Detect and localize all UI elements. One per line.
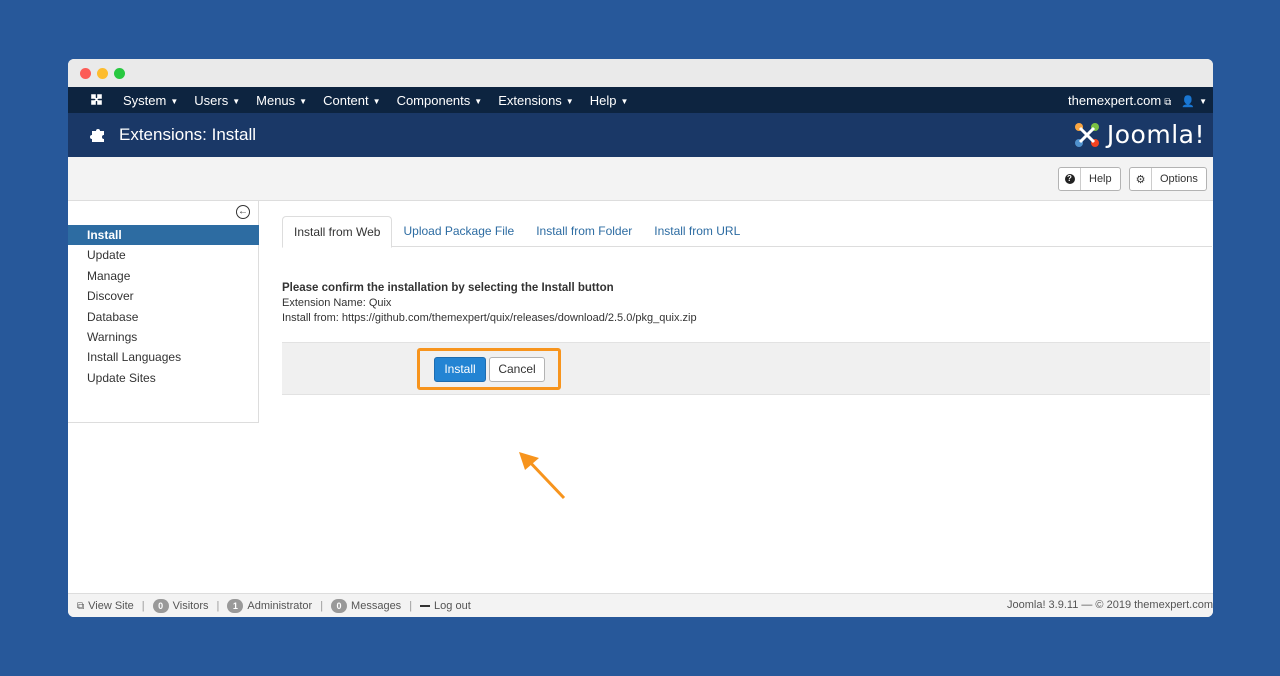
site-link-label: themexpert.com	[1068, 92, 1162, 108]
tab-install-from-web[interactable]: Install from Web	[282, 216, 393, 248]
window-titlebar	[68, 59, 1213, 87]
tab-install-from-url[interactable]: Install from URL	[643, 216, 751, 247]
admin-top-menu: System ▼ Users ▼ Menus ▼ Content ▼ Component…	[68, 87, 1213, 113]
menu-components[interactable]: Components ▼	[397, 93, 483, 108]
joomla-menu-icon[interactable]	[90, 93, 103, 106]
administrator-link[interactable]: 1 Administrator	[227, 598, 313, 613]
joomla-logo: Joomla!	[1073, 120, 1205, 149]
caret-down-icon: ▼	[170, 96, 179, 106]
logout-label: Log out	[434, 599, 471, 612]
separator: |	[320, 599, 324, 612]
main-content: Install from Web Upload Package File Ins…	[282, 216, 1212, 395]
caret-down-icon: ▼	[1199, 96, 1207, 106]
gear-icon: ⚙	[1130, 168, 1152, 190]
logout-link[interactable]: Log out	[420, 600, 471, 612]
sidebar-item-install-languages[interactable]: Install Languages	[68, 347, 259, 367]
view-site-link[interactable]: ⧉ View Site	[77, 600, 134, 612]
question-circle-icon: ?	[1059, 168, 1081, 190]
visitors-link[interactable]: 0 Visitors	[152, 598, 209, 613]
menu-label: Extensions	[498, 92, 562, 108]
separator: |	[216, 599, 220, 612]
sidebar-menu: Install Update Manage Discover Database …	[68, 225, 259, 388]
status-left: ⧉ View Site | 0 Visitors | 1 Administrator …	[68, 598, 471, 613]
menu-label: System	[123, 92, 167, 108]
messages-label: Messages	[351, 599, 402, 612]
minimize-window-button[interactable]	[97, 68, 108, 79]
caret-down-icon: ▼	[299, 96, 308, 106]
caret-down-icon: ▼	[474, 96, 483, 106]
joomla-logo-text: Joomla!	[1106, 120, 1205, 149]
sidebar: ← Install Update Manage Discover Databas…	[68, 201, 259, 423]
cancel-button[interactable]: Cancel	[489, 357, 545, 382]
sidebar-item-install[interactable]: Install	[68, 225, 259, 246]
messages-badge: 0	[331, 598, 348, 613]
puzzle-piece-icon	[90, 125, 108, 143]
page-title: Extensions: Install	[119, 125, 257, 144]
messages-link[interactable]: 0 Messages	[331, 598, 402, 613]
caret-down-icon: ▼	[232, 96, 241, 106]
menu-users[interactable]: Users ▼	[194, 93, 240, 108]
menu-menus[interactable]: Menus ▼	[256, 93, 307, 108]
sidebar-item-warnings[interactable]: Warnings	[68, 327, 259, 347]
help-button[interactable]: ? Help	[1058, 167, 1121, 191]
help-button-label: Help	[1089, 173, 1112, 185]
menu-extensions[interactable]: Extensions ▼	[498, 93, 574, 108]
external-link-icon: ⧉	[1164, 96, 1172, 108]
menu-content[interactable]: Content ▼	[323, 93, 380, 108]
sidebar-item-discover[interactable]: Discover	[68, 286, 259, 306]
site-link[interactable]: themexpert.com ⧉	[1068, 93, 1171, 108]
tab-upload-package-file[interactable]: Upload Package File	[392, 216, 525, 247]
menu-help[interactable]: Help ▼	[590, 93, 629, 108]
action-bar: Install Cancel	[282, 342, 1210, 395]
install-source: Install from: https://github.com/themexp…	[282, 312, 697, 324]
menu-label: Help	[589, 92, 617, 108]
view-site-label: View Site	[88, 599, 134, 612]
close-window-button[interactable]	[80, 68, 91, 79]
options-button-label: Options	[1160, 173, 1198, 185]
caret-down-icon: ▼	[565, 96, 574, 106]
caret-down-icon: ▼	[372, 96, 381, 106]
menu-system[interactable]: System ▼	[123, 93, 178, 108]
sidebar-item-update-sites[interactable]: Update Sites	[68, 368, 259, 388]
minus-icon	[420, 604, 431, 607]
menu-label: Users	[194, 92, 229, 108]
page-header: Extensions: Install Joomla!	[68, 113, 1213, 157]
toolbar: ? Help ⚙ Options	[68, 157, 1213, 201]
confirm-heading: Please confirm the installation by selec…	[282, 282, 614, 294]
options-button[interactable]: ⚙ Options	[1129, 167, 1207, 191]
top-right-area: themexpert.com ⧉ 👤 ▼	[1068, 87, 1207, 113]
menu-label: Components	[396, 92, 471, 108]
maximize-window-button[interactable]	[114, 68, 125, 79]
admin-label: Administrator	[247, 599, 313, 612]
status-bar: ⧉ View Site | 0 Visitors | 1 Administrator …	[68, 593, 1213, 617]
collapse-sidebar-icon[interactable]: ←	[236, 205, 250, 219]
sidebar-item-update[interactable]: Update	[68, 245, 259, 265]
joomla-logo-icon	[1074, 122, 1099, 147]
user-menu[interactable]: 👤 ▼	[1181, 93, 1207, 108]
admin-badge: 1	[227, 598, 244, 613]
pointer-arrow-icon	[519, 452, 566, 500]
version-info: Joomla! 3.9.11 — © 2019 themexpert.com	[1006, 599, 1213, 611]
sidebar-item-manage[interactable]: Manage	[68, 266, 259, 286]
user-icon: 👤	[1181, 95, 1196, 108]
menu-label: Menus	[256, 92, 296, 108]
caret-down-icon: ▼	[620, 96, 629, 106]
sidebar-item-database[interactable]: Database	[68, 307, 259, 327]
tab-install-from-folder[interactable]: Install from Folder	[525, 216, 643, 247]
visitors-badge: 0	[152, 598, 169, 613]
install-tabs: Install from Web Upload Package File Ins…	[282, 216, 1212, 248]
separator: |	[141, 599, 145, 612]
confirm-message: Please confirm the installation by selec…	[282, 281, 1212, 326]
main-menu: System ▼ Users ▼ Menus ▼ Content ▼ Component…	[123, 87, 644, 113]
visitors-label: Visitors	[172, 599, 209, 612]
install-button[interactable]: Install	[434, 357, 486, 382]
external-link-icon: ⧉	[77, 600, 85, 612]
menu-label: Content	[323, 92, 369, 108]
browser-window: System ▼ Users ▼ Menus ▼ Content ▼ Component…	[68, 59, 1213, 617]
separator: |	[409, 599, 413, 612]
extension-name: Extension Name: Quix	[282, 297, 392, 309]
